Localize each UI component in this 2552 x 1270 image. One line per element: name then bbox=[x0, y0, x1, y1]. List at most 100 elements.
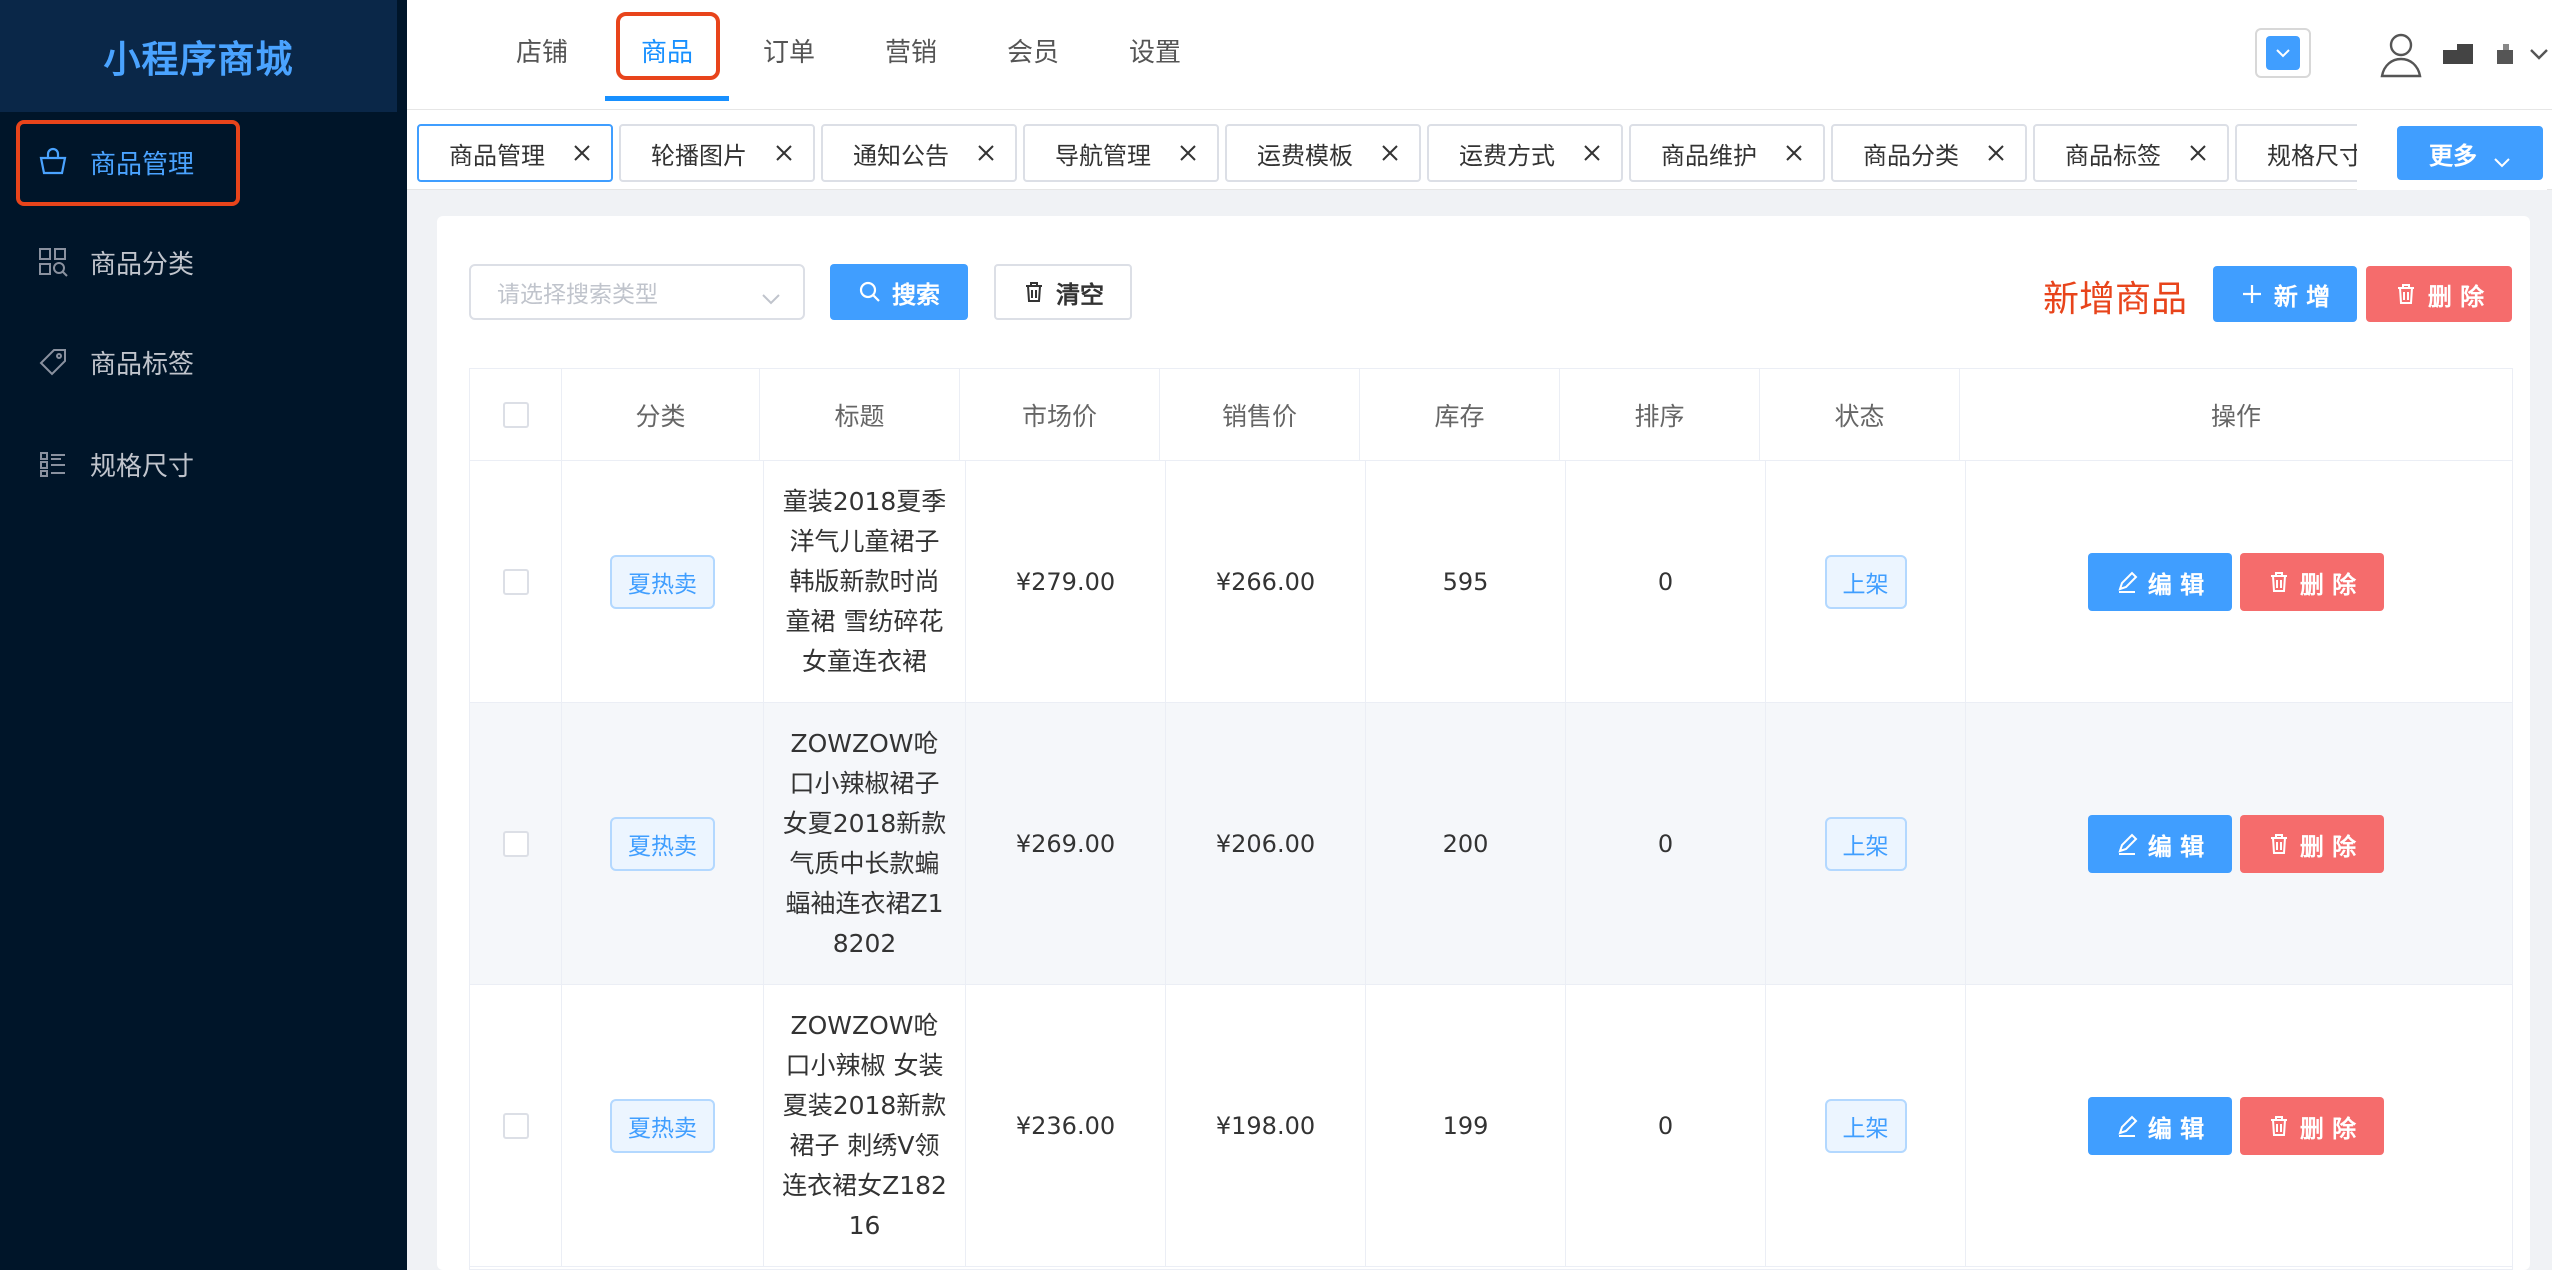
tab-shipping-template[interactable]: 运费模板 bbox=[1225, 124, 1421, 182]
tab-label: 运费方式 bbox=[1459, 141, 1555, 170]
search-label: 搜索 bbox=[892, 280, 940, 309]
edit-icon bbox=[2116, 571, 2138, 593]
sidebar-item-product-category[interactable]: 商品分类 bbox=[0, 216, 407, 308]
search-icon bbox=[858, 280, 882, 304]
header-market-price: 市场价 bbox=[960, 369, 1160, 461]
status-tag: 上架 bbox=[1824, 554, 1907, 609]
close-icon[interactable] bbox=[1177, 142, 1199, 164]
add-button[interactable]: 新 增 bbox=[2213, 266, 2357, 322]
delete-button[interactable]: 删 除 bbox=[2240, 553, 2384, 611]
edit-icon bbox=[2116, 1115, 2138, 1137]
tab-announcements[interactable]: 通知公告 bbox=[821, 124, 1017, 182]
table-row: 夏热卖 童装2018夏季洋气儿童裙子韩版新款时尚童裙 雪纺碎花女童连衣裙 ¥27… bbox=[470, 461, 2512, 703]
category-tag: 夏热卖 bbox=[610, 1098, 715, 1153]
sidebar: 小程序商城 商品管理 商品分类 商品标签 规格尺寸 bbox=[0, 0, 407, 1270]
trash-icon bbox=[1022, 280, 1046, 304]
market-price-cell: ¥236.00 bbox=[966, 985, 1166, 1266]
nav-item-shop[interactable]: 店铺 bbox=[497, 0, 587, 100]
status-tag: 上架 bbox=[1824, 816, 1907, 871]
sidebar-item-label: 规格尺寸 bbox=[90, 451, 195, 482]
header-status: 状态 bbox=[1760, 369, 1960, 461]
table-row: 夏热卖 ZOWZOW呛口小辣椒裙子女夏2018新款气质中长款蝙蝠袖连衣裙Z182… bbox=[470, 703, 2512, 985]
delete-button[interactable]: 删 除 bbox=[2240, 815, 2384, 873]
status-cell: 上架 bbox=[1766, 461, 1966, 702]
sale-price-cell: ¥198.00 bbox=[1166, 985, 1366, 1266]
tab-product-category[interactable]: 商品分类 bbox=[1831, 124, 2027, 182]
sidebar-highlight-box bbox=[16, 120, 240, 206]
top-navigation: 店铺 商品 订单 营销 会员 设置 bbox=[407, 0, 2552, 110]
dropdown-toggle-button[interactable] bbox=[2255, 28, 2311, 78]
row-checkbox[interactable] bbox=[502, 568, 529, 595]
close-icon[interactable] bbox=[1379, 142, 1401, 164]
chevron-down-icon bbox=[761, 286, 781, 305]
tab-label: 轮播图片 bbox=[651, 141, 747, 170]
stock-cell: 595 bbox=[1366, 461, 1566, 702]
trash-icon bbox=[2268, 1115, 2290, 1137]
delete-label: 删 除 bbox=[2299, 832, 2357, 861]
grid-search-icon bbox=[36, 245, 70, 279]
tabs-bar: 商品管理 轮播图片 通知公告 导航管理 运费模板 运费方式 商品维护 商品分类 … bbox=[407, 110, 2552, 190]
row-select-cell bbox=[470, 985, 562, 1266]
sidebar-item-label: 商品分类 bbox=[90, 249, 195, 280]
tab-product-tag[interactable]: 商品标签 bbox=[2033, 124, 2229, 182]
user-avatar-icon[interactable] bbox=[2373, 26, 2429, 82]
close-icon[interactable] bbox=[1581, 142, 1603, 164]
tab-label: 商品分类 bbox=[1863, 141, 1959, 170]
search-button[interactable]: 搜索 bbox=[830, 264, 968, 320]
tab-product-management[interactable]: 商品管理 bbox=[417, 124, 613, 182]
more-tabs-button[interactable]: 更多 bbox=[2397, 126, 2543, 180]
tab-shipping-method[interactable]: 运费方式 bbox=[1427, 124, 1623, 182]
header-sale-price: 销售价 bbox=[1160, 369, 1360, 461]
nav-item-order[interactable]: 订单 bbox=[744, 0, 834, 100]
close-icon[interactable] bbox=[1985, 142, 2007, 164]
edit-button[interactable]: 编 辑 bbox=[2088, 815, 2232, 873]
sidebar-item-product-tag[interactable]: 商品标签 bbox=[0, 316, 407, 408]
tab-carousel-images[interactable]: 轮播图片 bbox=[619, 124, 815, 182]
tab-navigation-management[interactable]: 导航管理 bbox=[1023, 124, 1219, 182]
nav-item-member[interactable]: 会员 bbox=[988, 0, 1078, 100]
tab-product-maintenance[interactable]: 商品维护 bbox=[1629, 124, 1825, 182]
table-row: 夏热卖 ZOWZOW呛口小辣椒 女装夏装2018新款裙子 刺绣V领连衣裙女Z18… bbox=[470, 985, 2512, 1267]
select-all-checkbox[interactable] bbox=[502, 401, 529, 428]
search-type-select[interactable]: 请选择搜索类型 bbox=[469, 264, 805, 320]
close-icon[interactable] bbox=[1783, 142, 1805, 164]
tab-label: 通知公告 bbox=[853, 141, 949, 170]
nav-highlight-box bbox=[616, 12, 720, 80]
delete-label: 删 除 bbox=[2427, 282, 2485, 311]
delete-button[interactable]: 删 除 bbox=[2240, 1097, 2384, 1155]
tab-label: 商品标签 bbox=[2065, 141, 2161, 170]
row-checkbox[interactable] bbox=[502, 1112, 529, 1139]
edit-label: 编 辑 bbox=[2147, 1114, 2205, 1143]
header-title: 标题 bbox=[760, 369, 960, 461]
user-menu[interactable] bbox=[2441, 40, 2551, 70]
product-table: 分类 标题 市场价 销售价 库存 排序 状态 操作 夏热卖 童装2018夏季洋气… bbox=[469, 368, 2513, 1270]
row-select-cell bbox=[470, 461, 562, 702]
status-tag: 上架 bbox=[1824, 1098, 1907, 1153]
trash-icon bbox=[2394, 282, 2418, 306]
actions-cell: 编 辑 删 除 bbox=[1966, 985, 2512, 1266]
product-title: 童装2018夏季洋气儿童裙子韩版新款时尚童裙 雪纺碎花女童连衣裙 bbox=[782, 486, 947, 676]
edit-button[interactable]: 编 辑 bbox=[2088, 553, 2232, 611]
tab-label: 运费模板 bbox=[1257, 141, 1353, 170]
close-icon[interactable] bbox=[2187, 142, 2209, 164]
category-tag: 夏热卖 bbox=[610, 554, 715, 609]
edit-label: 编 辑 bbox=[2147, 832, 2205, 861]
edit-label: 编 辑 bbox=[2147, 570, 2205, 599]
category-cell: 夏热卖 bbox=[562, 703, 764, 984]
batch-delete-button[interactable]: 删 除 bbox=[2366, 266, 2512, 322]
edit-button[interactable]: 编 辑 bbox=[2088, 1097, 2232, 1155]
sidebar-item-spec-size[interactable]: 规格尺寸 bbox=[0, 418, 407, 510]
market-price-cell: ¥269.00 bbox=[966, 703, 1166, 984]
close-icon[interactable] bbox=[571, 142, 593, 164]
close-icon[interactable] bbox=[975, 142, 997, 164]
sort-cell: 0 bbox=[1566, 985, 1766, 1266]
tag-icon bbox=[36, 345, 70, 379]
clear-button[interactable]: 清空 bbox=[994, 264, 1132, 320]
row-checkbox[interactable] bbox=[502, 830, 529, 857]
actions-cell: 编 辑 删 除 bbox=[1966, 703, 2512, 984]
close-icon[interactable] bbox=[773, 142, 795, 164]
brand-logo: 小程序商城 bbox=[0, 0, 397, 112]
page-title: 新增商品 bbox=[2043, 279, 2188, 320]
nav-item-settings[interactable]: 设置 bbox=[1110, 0, 1200, 100]
nav-item-marketing[interactable]: 营销 bbox=[866, 0, 956, 100]
